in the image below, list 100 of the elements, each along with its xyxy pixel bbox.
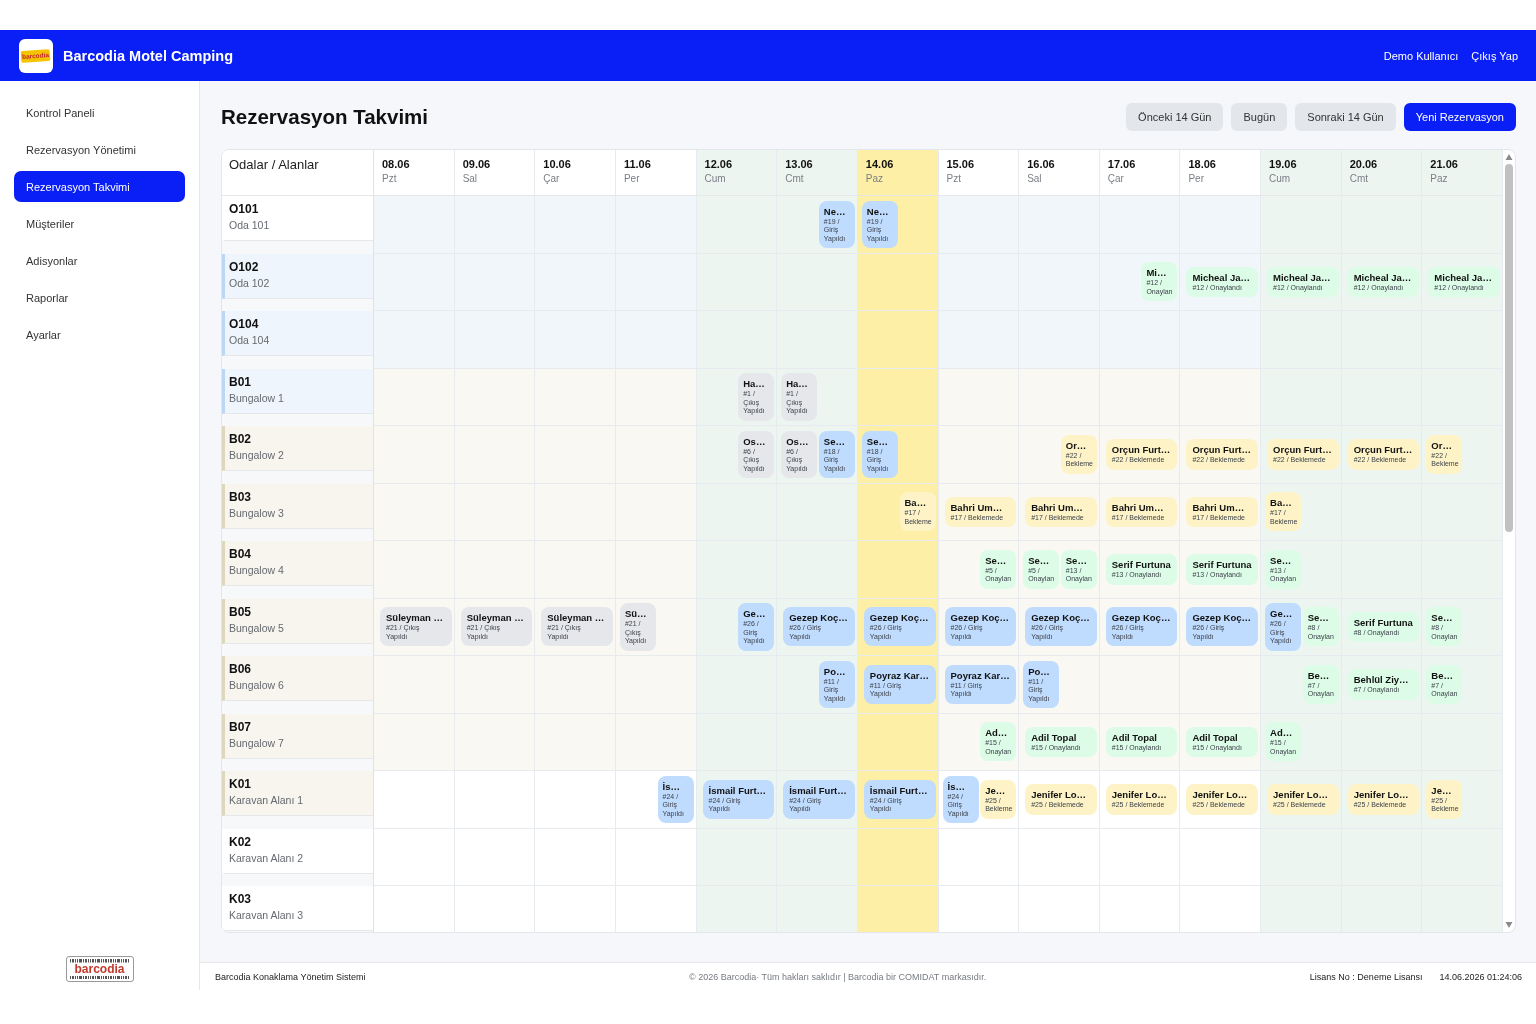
guest-name: Jenifer Lo… [1273,789,1328,801]
room-name: Bungalow 7 [229,735,284,750]
primary-button[interactable]: Yeni Rezervasyon [1403,103,1516,131]
weekday-label: Paz [1430,172,1448,185]
guest-name: Se… [1307,612,1329,625]
weekday-label: Çar [543,172,560,185]
room-code: O102 [229,259,259,274]
guest-name: Süleyman … [466,612,524,625]
guest-name: Orçun Furt… [1192,444,1251,456]
logout-link[interactable]: Çıkış Yap [1471,49,1518,62]
guest-name: Gezep Koç… [869,612,929,625]
guest-name: Gezep Koç… [1192,612,1252,625]
guest-name: Bahri Um… [1111,501,1164,514]
room-code: O101 [229,202,259,216]
room-code: K03 [229,892,251,906]
room-name: Bungalow 1 [229,390,284,405]
guest-name: İs… [662,780,680,793]
guest-name: Se… [1431,612,1453,625]
guest-name: İsmail Furt… [789,784,847,797]
guest-name: Adil Topal [1111,731,1157,744]
room-code: B07 [229,719,251,734]
guest-name: Os… [743,435,766,448]
date-label: 11.06 [623,158,651,171]
date-label: 20.06 [1349,158,1378,171]
guest-name: Ba… [904,497,927,510]
guest-name: Ba… [1270,497,1292,510]
nav-item[interactable]: Ayarlar [14,319,185,350]
room-name: Karavan Alanı 1 [229,793,304,807]
guest-name: Be… [1431,669,1453,682]
guest-name: Or… [1065,439,1087,452]
guest-name: Gezep Koç… [1111,612,1171,625]
room-code: B02 [229,432,251,446]
guest-name: Micheal Ja… [1192,271,1250,284]
room-name: Bungalow 6 [229,678,284,692]
user-name[interactable]: Demo Kullanıcı [1383,49,1459,62]
guest-name: Sü… [624,608,647,620]
guest-name: Se… [823,435,845,448]
toolbar-button[interactable]: Sonraki 14 Gün [1295,103,1396,131]
guest-name: Jenifer Lo… [1111,789,1167,801]
guest-name: Po… [823,665,846,678]
weekday-label: Cmt [1349,172,1369,185]
room-code: B01 [229,374,251,389]
guest-name: Gezep Koç… [1031,612,1090,625]
date-label: 09.06 [462,158,491,171]
guest-name: Se… [1270,554,1292,567]
guest-name: Ge… [1270,608,1293,620]
guest-name: Jenifer Lo… [1192,789,1248,801]
nav-item[interactable]: Kontrol Paneli [14,97,185,128]
room-code: K02 [229,834,251,849]
guest-name: Behlül Ziy… [1353,674,1409,686]
weekday-label: Cmt [785,172,804,185]
guest-name: Orçun Furt… [1273,444,1332,456]
nav-item[interactable]: Raporlar [14,282,185,313]
barcode-icon [69,975,130,979]
guest-name: Süleyman … [547,612,605,625]
guest-name: Po… [1028,665,1050,678]
weekday-label: Pzt [946,172,961,185]
guest-name: Gezep Koç… [950,612,1010,625]
room-name: Bungalow 4 [229,563,284,577]
guest-name: Ne… [823,205,846,218]
guest-name: Bahri Um… [1031,501,1083,514]
toolbar-button[interactable]: Önceki 14 Gün [1126,103,1224,131]
toolbar-button[interactable]: Bugün [1231,103,1288,131]
nav-item[interactable]: Rezervasyon Takvimi [14,171,185,202]
nav-item[interactable]: Müşteriler [14,208,185,239]
date-label: 14.06 [865,158,894,171]
guest-name: İsmail Furt… [869,784,928,797]
copyright-text: © 2026 Barcodia· Tüm hakları saklıdır | Barcodia bir COMIDAT markasıdır. [689,971,987,982]
guest-name: Serif Furtuna [1192,559,1252,571]
guest-name: Süleyman … [386,612,444,625]
weekday-label: Per [623,172,640,185]
nav-item[interactable]: Adisyonlar [14,245,185,276]
guest-name: Micheal Ja… [1273,271,1331,284]
guest-name: Orçun Furt… [1353,444,1413,456]
guest-name: Be… [1307,669,1330,682]
timestamp: 14.06.2026 01:24:06 [1439,971,1522,982]
nav-item[interactable]: Rezervasyon Yönetimi [14,134,185,165]
guest-name: Serif Furtuna [1353,616,1413,629]
guest-name: Poyraz Kar… [950,669,1010,682]
guest-name: Or… [1431,439,1452,452]
weekday-label: Sal [1027,172,1042,185]
date-label: 15.06 [946,158,975,171]
guest-name: Je… [985,784,1006,797]
room-name: Bungalow 2 [229,448,284,462]
room-name: Oda 104 [229,333,270,347]
guest-name: Se… [985,554,1007,567]
guest-name: Gezep Koç… [789,612,848,625]
guest-name: Se… [1028,554,1050,567]
barcode-icon [69,959,130,963]
date-label: 08.06 [382,158,410,171]
date-label: 17.06 [1107,158,1136,171]
date-label: 18.06 [1188,158,1216,171]
room-code: B06 [229,662,251,676]
guest-name: Jenifer Lo… [1031,789,1087,801]
date-label: 16.06 [1027,158,1055,171]
guest-name: Micheal Ja… [1434,271,1492,284]
room-name: Karavan Alanı 3 [229,908,304,922]
date-label: 21.06 [1430,158,1458,171]
guest-name: Bahri Um… [950,501,1003,514]
column-header: Odalar / Alanlar [222,150,374,196]
